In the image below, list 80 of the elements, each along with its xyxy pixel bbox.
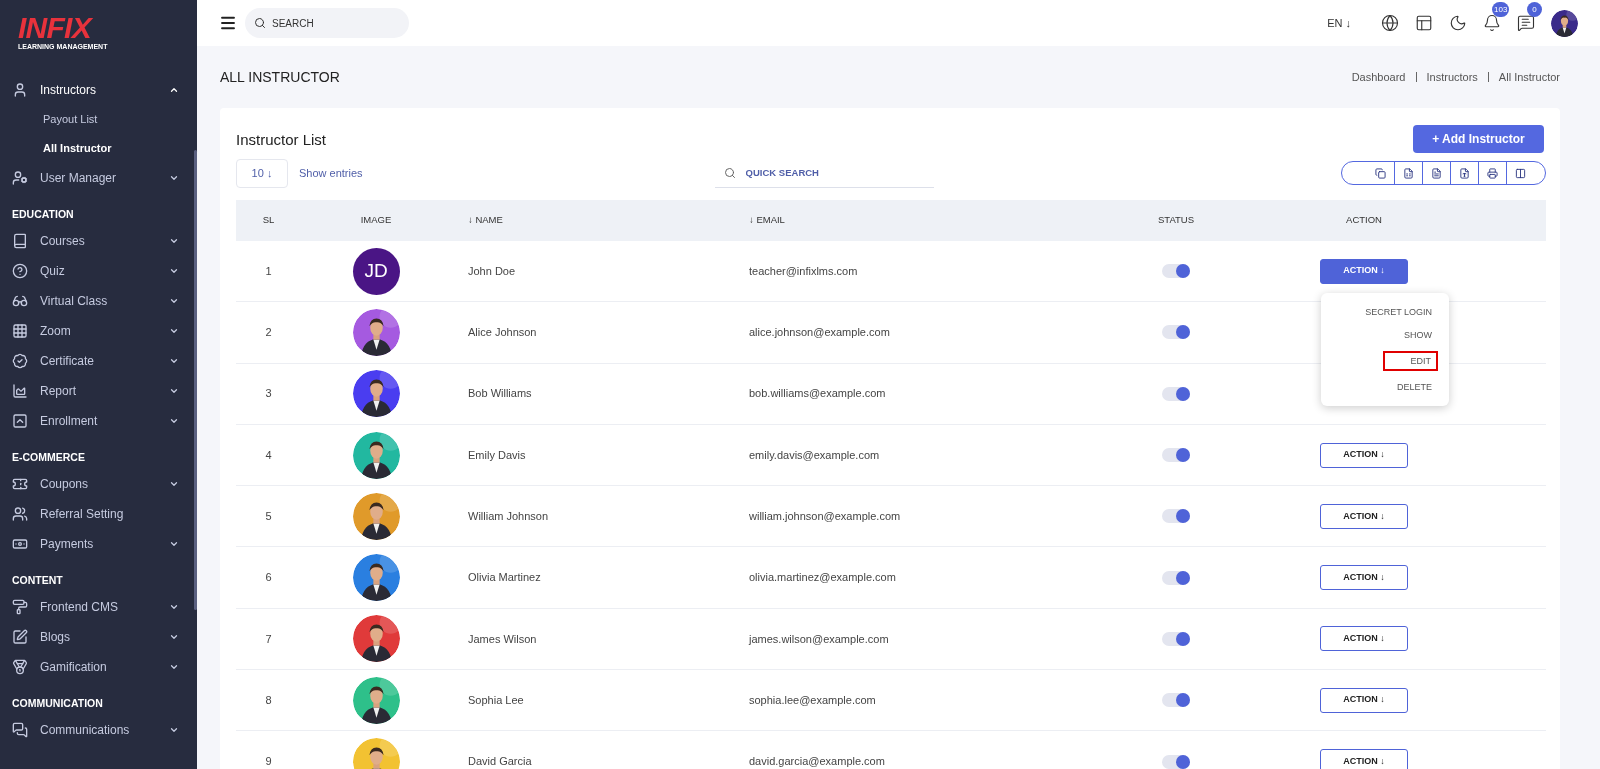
column-header[interactable]: STATUS [1157,214,1195,226]
action-button[interactable]: ACTION ↓ [1320,258,1408,284]
sidebar-item[interactable]: Payments [0,528,197,559]
table-cell: 9 [265,755,272,768]
message-badge: 0 [1527,2,1542,17]
table-cell: John Doe [468,264,516,277]
sidebar-item[interactable]: Certificate [0,345,197,376]
card-title: Instructor List [236,130,327,150]
sidebar-item[interactable]: Zoom [0,315,197,346]
column-header[interactable]: ↓ NAME [468,214,503,226]
sidebar-item[interactable]: Instructors [0,74,197,105]
section-heading: CONTENT [11,572,64,588]
table-cell: Emily Davis [468,448,526,461]
quick-search-field[interactable]: QUICK SEARCH [714,158,934,188]
sidebar-item[interactable]: Enrollment [0,405,197,436]
sidebar-item[interactable]: Quiz [0,255,197,286]
table-cell: emily.davis@example.com [749,448,880,461]
breadcrumb-link[interactable]: Instructors [1426,68,1478,86]
table-cell: Olivia Martinez [468,571,541,584]
menu-item[interactable]: SECRET LOGIN [1365,304,1432,319]
table-cell: David Garcia [468,755,532,768]
sidebar-item[interactable]: Frontend CMS [0,591,197,622]
search-field[interactable]: SEARCH [245,8,409,38]
sidebar-item[interactable]: Virtual Class [0,285,197,316]
action-button[interactable]: ACTION ↓ [1320,626,1408,652]
submenu-item[interactable]: All Instructor [0,133,197,163]
table-cell: 8 [265,693,272,706]
table-cell: 3 [265,387,272,400]
sidebar-item[interactable]: Coupons [0,468,197,499]
column-header[interactable]: IMAGE [360,214,392,226]
breadcrumb-link[interactable]: Dashboard [1351,68,1406,86]
sidebar-item[interactable]: User Manager [0,162,197,193]
sidebar-item[interactable]: Referral Setting [0,498,197,529]
column-header[interactable]: SL [262,214,275,226]
column-header[interactable]: ↓ EMAIL [749,214,785,226]
table-cell: alice.johnson@example.com [749,326,890,339]
sidebar-item[interactable]: Blogs [0,621,197,652]
table-cell: 6 [265,571,272,584]
avatar: JD [352,247,400,295]
menu-item[interactable]: SHOW [1404,327,1432,342]
section-heading: EDUCATION [11,206,75,222]
entries-label: Show entries [299,165,363,181]
entries-select[interactable]: 10 ↓ [236,158,288,188]
page-title: ALL INSTRUCTOR [220,67,340,87]
section-heading: E-COMMERCE [11,449,86,465]
sidebar-item[interactable]: Gamification [0,651,197,682]
action-button[interactable]: ACTION ↓ [1320,687,1408,713]
notification-badge: 103 [1492,2,1510,17]
menu-item[interactable]: EDIT [1383,350,1438,371]
section-heading: COMMUNICATION [11,695,104,711]
table-cell: bob.williams@example.com [749,387,886,400]
table-cell: david.garcia@example.com [749,755,885,768]
column-header[interactable]: ACTION [1346,214,1382,226]
table-cell: 4 [265,448,272,461]
sidebar-item[interactable]: Communications [0,714,197,745]
breadcrumb-link[interactable]: All Instructor [1498,68,1560,86]
table-cell: Alice Johnson [468,326,537,339]
table-cell: william.johnson@example.com [749,510,901,523]
table-cell: William Johnson [468,510,549,523]
submenu-item[interactable]: Payout List [0,104,197,134]
menu-item[interactable]: DELETE [1397,379,1432,394]
table-cell: james.wilson@example.com [749,632,889,645]
table-cell: 1 [265,264,272,277]
table-cell: 5 [265,510,272,523]
table-cell: olivia.martinez@example.com [749,571,896,584]
add-instructor-button[interactable]: + Add Instructor [1413,125,1544,153]
table-cell: 7 [265,632,272,645]
table-cell: teacher@infixlms.com [749,264,858,277]
action-button[interactable]: ACTION ↓ [1320,565,1408,591]
table-cell: 2 [265,326,272,339]
language-selector[interactable]: EN ↓ [1327,14,1351,32]
action-button[interactable]: ACTION ↓ [1320,749,1408,769]
action-button[interactable]: ACTION ↓ [1320,442,1408,468]
sidebar-item[interactable]: Courses [0,225,197,256]
table-cell: Bob Williams [468,387,532,400]
action-button[interactable]: ACTION ↓ [1320,503,1408,529]
sidebar-item[interactable]: Report [0,375,197,406]
table-cell: sophia.lee@example.com [749,693,876,706]
table-cell: James Wilson [468,632,537,645]
table-cell: Sophia Lee [468,693,524,706]
